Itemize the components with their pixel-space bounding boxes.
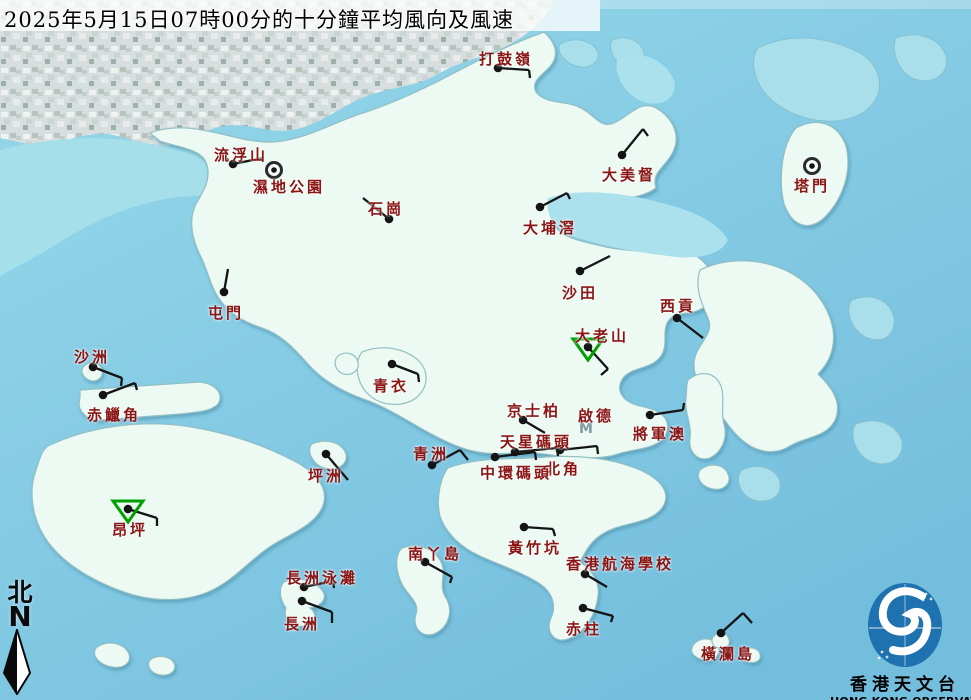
- hko-logo-icon: [866, 582, 944, 670]
- title-backdrop-fade: [600, 0, 971, 9]
- wind-map-screen: M 打鼓嶺流浮山濕地公園石崗大美督塔門大埔滘沙田屯門西貢大老山沙洲赤鱲角青衣京士…: [0, 0, 971, 700]
- north-arrow-icon: [2, 629, 32, 695]
- hong-kong-map: [0, 0, 971, 700]
- north-indicator: 北 N: [2, 580, 38, 695]
- north-label-en: N: [2, 605, 38, 629]
- hko-logo-name-en: HONG KONG OBSERVATORY: [830, 695, 971, 700]
- hko-logo: 香港天文台 HONG KONG OBSERVATORY: [830, 582, 971, 700]
- map-title: 2025年5月15日07時00分的十分鐘平均風向及風速: [4, 4, 514, 34]
- hko-logo-name-cn: 香港天文台: [830, 670, 971, 695]
